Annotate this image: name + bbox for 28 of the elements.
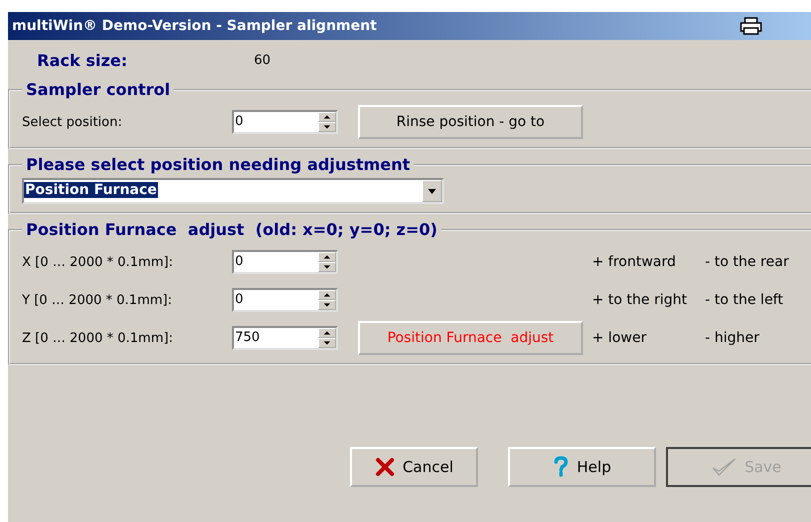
direction-hint: - to the left — [705, 292, 784, 308]
cross-icon — [374, 457, 395, 477]
window-title: multiWin® Demo-Version - Sampler alignment — [12, 18, 377, 34]
direction-hint: + frontward — [592, 254, 677, 270]
help-button[interactable]: Help — [508, 447, 656, 487]
rack-size-value: 60 — [254, 52, 271, 68]
field-label: X [0 … 2000 * 0.1mm]: — [22, 254, 174, 270]
cancel-button[interactable]: Cancel — [350, 447, 478, 487]
direction-hint: - higher — [705, 330, 760, 346]
spin-field[interactable]: 0 — [232, 250, 338, 274]
checkmark-icon — [710, 457, 737, 477]
field-label: Y [0 … 2000 * 0.1mm]: — [22, 292, 173, 308]
field-label: Select position: — [22, 114, 124, 130]
rack-size-label: Rack size: — [37, 50, 128, 70]
direction-hint: - to the rear — [705, 254, 789, 270]
position-dropdown[interactable]: Position Furnace — [22, 178, 444, 204]
question-icon — [552, 456, 569, 478]
spin-field[interactable]: 750 — [232, 326, 338, 350]
printer-icon[interactable] — [740, 17, 762, 35]
field-label: Z [0 … 2000 * 0.1mm]: — [22, 330, 174, 346]
group-title: Sampler control — [25, 80, 172, 99]
direction-hint: + to the right — [592, 292, 688, 308]
group-title: Please select position needing adjustment — [25, 155, 412, 174]
spin-field[interactable]: 0 — [232, 110, 338, 134]
rinse-button[interactable]: Rinse position - go to — [358, 105, 583, 139]
group-title: Position Furnace adjust (old: x=0; y=0; z=0) — [25, 220, 438, 239]
spin-field[interactable]: 0 — [232, 288, 338, 312]
direction-hint: + lower — [592, 330, 648, 346]
